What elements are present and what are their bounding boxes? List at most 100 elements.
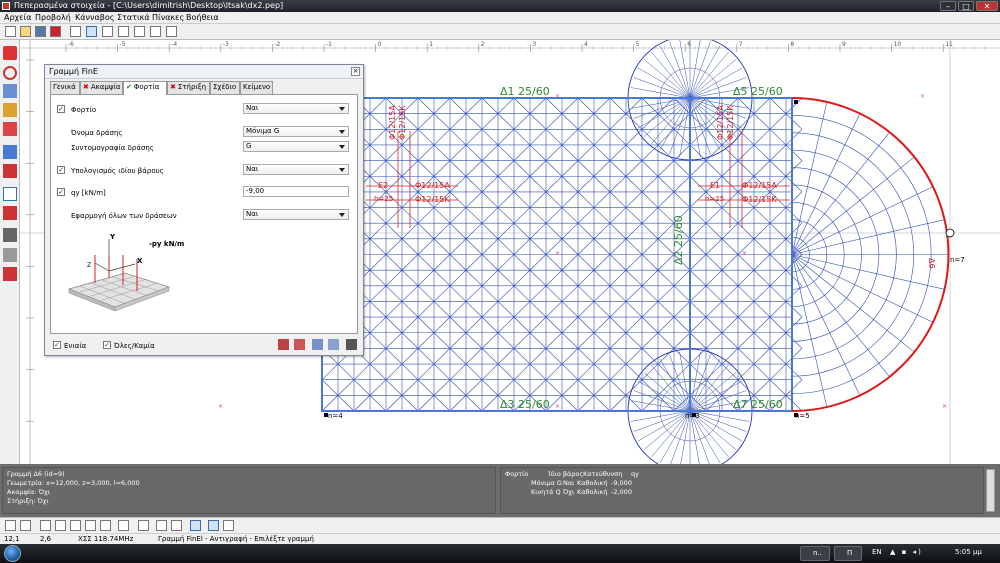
svg-text:×: × [218, 403, 223, 410]
menu-grid[interactable]: Κάνναβος [75, 13, 114, 22]
minimize-button[interactable]: – [940, 1, 956, 11]
taskbar-item[interactable]: n.. [800, 546, 830, 561]
select-icon[interactable] [102, 26, 113, 37]
unified-checkbox[interactable]: ✓ [53, 341, 61, 349]
load-select[interactable]: Ναι [243, 103, 349, 114]
qy-checkbox[interactable]: ✓ [57, 188, 65, 196]
svg-text:×: × [555, 93, 560, 100]
slab-e1-rebar-x-top: Φ12/15A [742, 181, 777, 190]
snap3-icon[interactable] [223, 520, 234, 531]
start-button[interactable] [4, 545, 21, 562]
zoom-in-icon[interactable] [40, 520, 51, 531]
zoom-all-icon[interactable] [85, 520, 96, 531]
save-icon[interactable] [35, 26, 46, 37]
ruler-tick-label: 3 [532, 41, 537, 48]
taskbar-item[interactable]: Π [834, 546, 862, 561]
language-indicator[interactable]: EN [872, 548, 882, 556]
grid2-icon[interactable] [156, 520, 167, 531]
draw-tool-icon[interactable] [3, 46, 17, 60]
calculator-icon[interactable] [166, 26, 177, 37]
slab-e2-rebar-y-top: Φ12/15A [388, 105, 397, 140]
pencil-icon[interactable] [3, 103, 17, 117]
grid-icon[interactable] [138, 520, 149, 531]
snap2-icon[interactable] [208, 520, 219, 531]
redo-icon[interactable] [20, 520, 31, 531]
loads-row-self: Ναι [563, 479, 575, 487]
tray-icons[interactable]: ▲ ▪ ◂) [890, 548, 936, 556]
self-weight-select[interactable]: Ναι [243, 164, 349, 175]
tab-stiffness[interactable]: ✖ Ακαμψία [80, 81, 123, 94]
ruler-tick-label: -5 [119, 41, 126, 48]
tool3-icon[interactable] [150, 26, 161, 37]
grid3-icon[interactable] [171, 520, 182, 531]
ruler-icon[interactable] [118, 520, 129, 531]
eraser-icon[interactable] [3, 122, 17, 136]
apply-all-select[interactable]: Ναι [243, 209, 349, 220]
slab-e2-rebar-x-top: Φ12/15A [415, 181, 450, 190]
menu-tables[interactable]: Πίνακες [152, 13, 184, 22]
undo-icon[interactable] [5, 520, 16, 531]
dimension-icon[interactable] [3, 164, 17, 178]
new-file-icon[interactable] [5, 26, 16, 37]
line-info-geometry: Γεωμετρία: x=12,000, z=3,000, l=6,000 [7, 479, 140, 487]
measure-icon[interactable] [3, 145, 17, 159]
loads-header-load: Φορτίο [505, 470, 529, 478]
maximize-button[interactable]: □ [958, 1, 974, 11]
line-info-support: Στήριξη: Όχι [7, 497, 49, 505]
loads-row-qy: -9,000 [611, 479, 632, 487]
tool2-icon[interactable] [134, 26, 145, 37]
tab-general[interactable]: Γενικά [50, 81, 80, 94]
action-name-select[interactable]: Μόνιμα G [243, 126, 349, 137]
pick-icon[interactable] [312, 339, 323, 350]
zoom-out-icon[interactable] [55, 520, 66, 531]
export-icon[interactable] [50, 26, 61, 37]
menu-files[interactable]: Αρχεία [4, 13, 31, 22]
load-checkbox[interactable]: ✓ [57, 105, 65, 113]
close-button[interactable]: ✕ [976, 1, 998, 11]
tab-loads[interactable]: ✔ Φορτία [123, 81, 167, 95]
clock: 5:05 μμ [955, 548, 982, 556]
figure-axis-y: Y [110, 233, 116, 241]
tab-support[interactable]: ✖ Στήριξη [167, 81, 210, 94]
dialog-title-bar[interactable]: Γραμμή FinE × [45, 65, 363, 79]
tab-drawing[interactable]: Σχέδιο [210, 81, 240, 94]
line-properties-dialog: Γραμμή FinE × Γενικά ✖ Ακαμψία ✔ Φορτία ✖ Σ… [44, 64, 364, 356]
all-none-checkbox[interactable]: ✓ [103, 341, 111, 349]
hatch-icon[interactable] [3, 248, 17, 262]
support-icon[interactable] [3, 228, 17, 242]
cross-icon: ✖ [170, 83, 176, 91]
pick-all-icon[interactable] [328, 339, 339, 350]
info-scrollbar[interactable] [986, 469, 995, 512]
zoom-window-icon[interactable] [70, 26, 81, 37]
slab-e2-rebar-x-bottom: Φ12/15K [415, 195, 450, 204]
draw-line-icon[interactable] [86, 26, 97, 37]
eyedropper-apply-icon[interactable] [294, 339, 305, 350]
menu-statics[interactable]: Στατικά [117, 13, 150, 22]
menu-view[interactable]: Προβολή [35, 13, 71, 22]
app-icon [2, 2, 10, 10]
dialog-close-icon[interactable]: × [351, 67, 360, 76]
zoom-prev-icon[interactable] [100, 520, 111, 531]
eyedropper-icon[interactable] [3, 187, 17, 201]
slab-e1-height: h=25 [705, 195, 725, 203]
pin-icon[interactable] [346, 339, 357, 350]
self-weight-checkbox[interactable]: ✓ [57, 166, 65, 174]
action-abbr-select[interactable]: G [243, 141, 349, 152]
snap-icon[interactable] [190, 520, 201, 531]
open-folder-icon[interactable] [20, 26, 31, 37]
svg-text:×: × [555, 250, 560, 257]
info-bar: Γραμμή Δ6 (id=9) Γεωμετρία: x=12,000, z=… [0, 464, 1000, 517]
menu-help[interactable]: Βοήθεια [186, 13, 219, 22]
zoom-window-icon[interactable] [70, 520, 81, 531]
dropper2-icon[interactable] [3, 206, 17, 220]
qy-input[interactable]: -9,00 [243, 186, 349, 197]
ruler-tick-label: 9 [842, 41, 846, 48]
text-icon[interactable] [3, 267, 17, 281]
tool-icon[interactable] [118, 26, 129, 37]
mesh-icon[interactable] [3, 84, 17, 98]
tab-text[interactable]: Κείμενο [240, 81, 273, 94]
ruler-tick-label: 11 [945, 41, 953, 48]
rotate-icon[interactable] [3, 66, 17, 80]
ruler-tick-label: -6 [68, 41, 74, 48]
eyedropper-icon[interactable] [278, 339, 289, 350]
